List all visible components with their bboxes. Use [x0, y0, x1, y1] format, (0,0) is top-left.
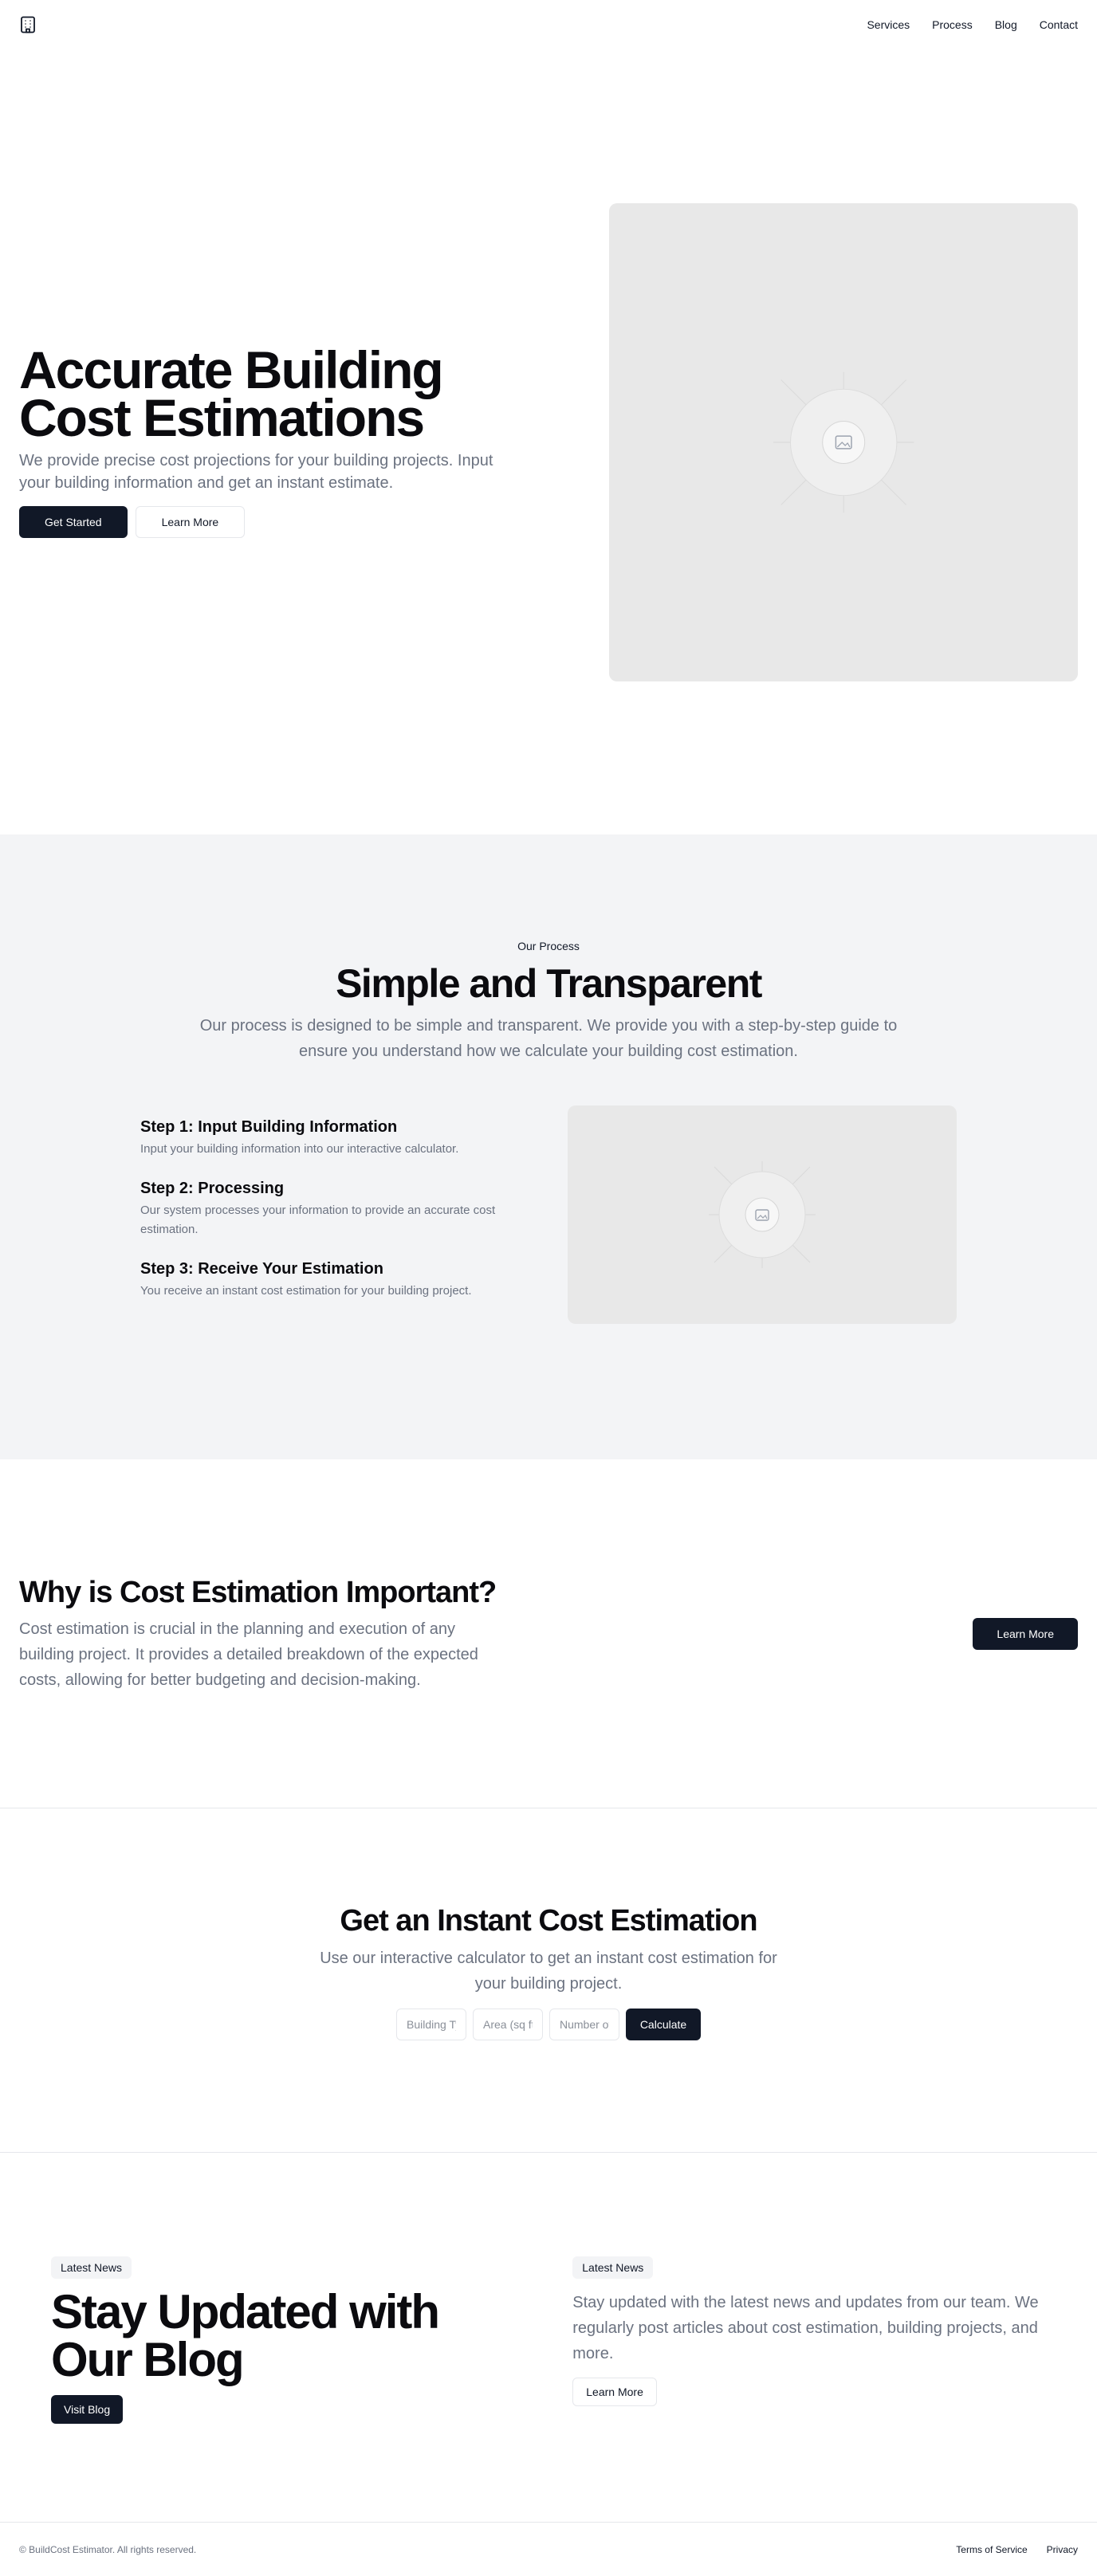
hero-image — [608, 202, 1078, 681]
why-section: Why is Cost Estimation Important? Cost e… — [0, 1459, 1097, 1808]
calculate-button[interactable]: Calculate — [626, 2009, 701, 2040]
hero-buttons: Get Started Learn More — [19, 506, 520, 538]
site-header: Services Process Blog Contact — [0, 0, 1097, 49]
get-started-button[interactable]: Get Started — [19, 506, 128, 538]
main-nav: Services Process Blog Contact — [867, 18, 1078, 31]
hero-section: Accurate Building Cost Estimations We pr… — [0, 49, 1097, 834]
nav-link-services[interactable]: Services — [867, 18, 910, 31]
visit-blog-button[interactable]: Visit Blog — [51, 2395, 124, 2424]
image-placeholder-icon — [709, 1161, 816, 1268]
estimate-description: Use our interactive calculator to get an… — [320, 1950, 777, 1993]
building-type-input[interactable] — [396, 2009, 466, 2040]
estimate-form: Calculate — [0, 2009, 1097, 2040]
hero-text: Accurate Building Cost Estimations We pr… — [19, 340, 520, 538]
step-title: Step 1: Input Building Information — [140, 1118, 398, 1136]
step-text: You receive an instant cost estimation f… — [140, 1284, 472, 1298]
building-icon[interactable] — [19, 15, 37, 34]
why-description: Cost estimation is crucial in the planni… — [19, 1620, 478, 1689]
estimate-title: Get an Instant Cost Estimation — [340, 1904, 757, 1938]
area-input[interactable] — [473, 2009, 543, 2040]
privacy-link[interactable]: Privacy — [1047, 2544, 1078, 2555]
blog-title: Stay Updated with Our Blog — [51, 2285, 440, 2386]
process-description: Our process is designed to be simple and… — [199, 1017, 898, 1060]
blog-section: Latest News Stay Updated with Our Blog V… — [0, 2153, 1097, 2522]
process-title: Simple and Transparent — [336, 961, 762, 1006]
process-step: Step 1: Input Building Information Input… — [140, 1118, 523, 1159]
step-text: Input your building information into our… — [140, 1142, 459, 1156]
blog-description: Stay updated with the latest news and up… — [572, 2294, 1039, 2362]
floors-input[interactable] — [549, 2009, 619, 2040]
image-placeholder-icon — [773, 371, 914, 512]
why-learn-more-button[interactable]: Learn More — [973, 1617, 1078, 1650]
step-text: Our system processes your information to… — [140, 1204, 496, 1236]
nav-link-contact[interactable]: Contact — [1040, 18, 1078, 31]
process-step: Step 3: Receive Your Estimation You rece… — [140, 1260, 523, 1301]
hero-title: Accurate Building Cost Estimations — [19, 340, 444, 447]
process-section: Our Process Simple and Transparent Our p… — [0, 834, 1097, 1459]
estimate-section: Get an Instant Cost Estimation Use our i… — [0, 1808, 1097, 2153]
copyright-text: © BuildCost Estimator. All rights reserv… — [19, 2543, 197, 2555]
process-eyebrow: Our Process — [517, 940, 580, 952]
latest-news-badge: Latest News — [51, 2256, 132, 2279]
site-footer: © BuildCost Estimator. All rights reserv… — [0, 2522, 1097, 2576]
latest-news-badge: Latest News — [572, 2256, 654, 2279]
process-step: Step 2: Processing Our system processes … — [140, 1180, 523, 1239]
nav-link-process[interactable]: Process — [932, 18, 973, 31]
process-body: Step 1: Input Building Information Input… — [140, 1105, 957, 1324]
process-image — [568, 1105, 957, 1324]
footer-links: Terms of Service Privacy — [956, 2544, 1078, 2555]
hero-description: We provide precise cost projections for … — [19, 452, 493, 492]
why-title: Why is Cost Estimation Important? — [19, 1575, 497, 1609]
blog-right: Latest News Stay updated with the latest… — [572, 2256, 1046, 2522]
blog-learn-more-button[interactable]: Learn More — [572, 2378, 657, 2406]
process-steps: Step 1: Input Building Information Input… — [140, 1105, 523, 1321]
blog-left: Latest News Stay Updated with Our Blog V… — [51, 2256, 485, 2522]
step-title: Step 2: Processing — [140, 1180, 285, 1197]
terms-link[interactable]: Terms of Service — [956, 2544, 1027, 2555]
step-title: Step 3: Receive Your Estimation — [140, 1260, 383, 1278]
why-text: Why is Cost Estimation Important? Cost e… — [19, 1575, 497, 1693]
learn-more-button[interactable]: Learn More — [135, 506, 246, 538]
nav-link-blog[interactable]: Blog — [995, 18, 1017, 31]
